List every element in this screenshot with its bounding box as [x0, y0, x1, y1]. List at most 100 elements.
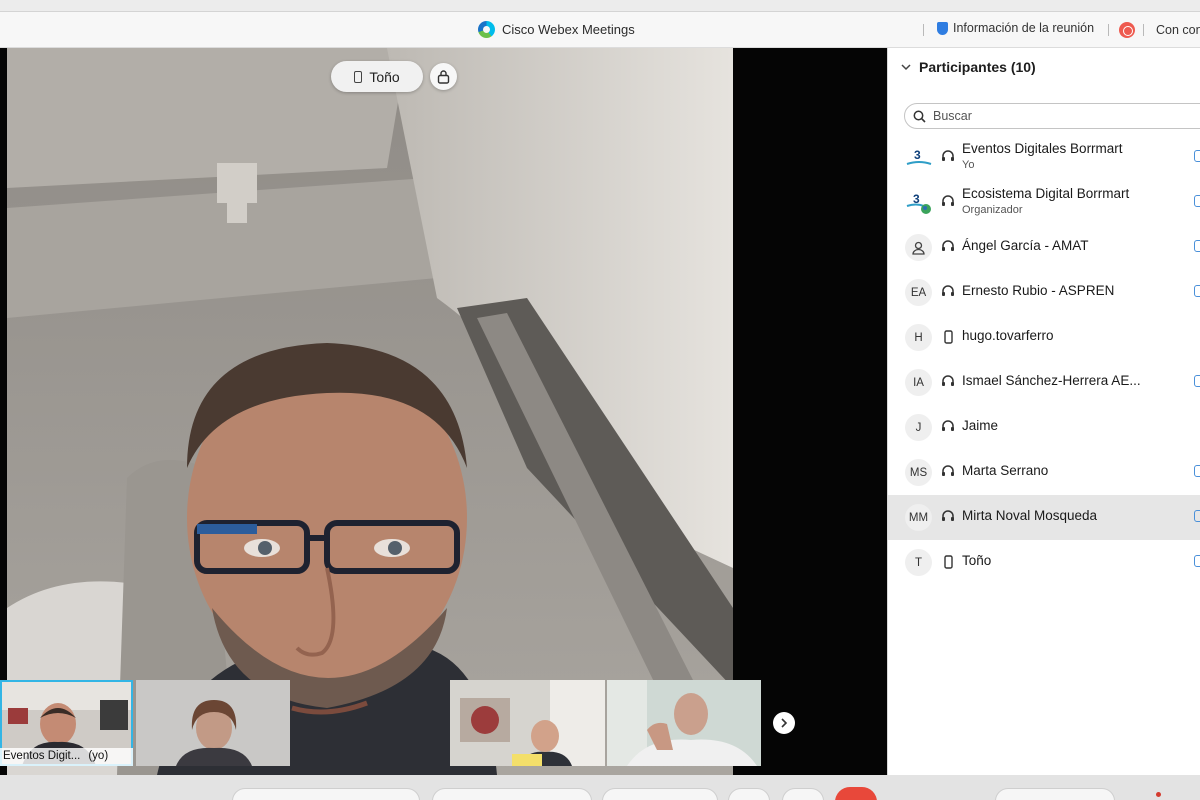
participant-row[interactable]: J Jaime	[888, 405, 1200, 450]
participant-name: Marta Serrano	[962, 463, 1049, 478]
participant-name: Jaime	[962, 418, 999, 433]
participant-row[interactable]: 3 Eventos Digitales Borrmart Yo	[888, 135, 1200, 180]
meeting-info-label: Información de la reunión	[953, 21, 1095, 35]
participant-name: Ernesto Rubio - ASPREN	[962, 283, 1115, 298]
headset-icon	[942, 375, 954, 386]
participant-name: Ángel García - AMAT	[962, 238, 1089, 253]
phone-icon	[354, 70, 363, 83]
shield-icon	[937, 21, 948, 35]
more-dots-icon[interactable]	[1156, 792, 1161, 797]
record-button[interactable]	[728, 788, 770, 800]
participant-action-icon[interactable]	[1194, 285, 1200, 297]
participant-row[interactable]: T Toño	[888, 540, 1200, 585]
avatar: MM	[905, 504, 932, 531]
meeting-info-button[interactable]: Información de la reunión	[937, 21, 1094, 35]
participant-name: Eventos Digitales Borrmart	[962, 141, 1123, 156]
avatar: T	[905, 549, 932, 576]
video-button[interactable]	[432, 788, 592, 800]
participant-row[interactable]: 3 Ecosistema Digital Borrmart Organizado…	[888, 180, 1200, 225]
active-speaker-video[interactable]: Toño	[7, 48, 733, 775]
participant-name: Mirta Noval Mosqueda	[962, 508, 1098, 523]
connected-label[interactable]: Con con	[1156, 23, 1200, 37]
participant-row[interactable]: MS Marta Serrano	[888, 450, 1200, 495]
headset-icon	[942, 150, 954, 161]
participant-row[interactable]: H hugo.tovarferro	[888, 315, 1200, 360]
thumb-video	[450, 680, 605, 766]
participant-search[interactable]	[904, 103, 1200, 129]
recording-icon[interactable]	[1119, 22, 1135, 38]
chevron-right-icon	[781, 718, 788, 728]
participant-action-icon[interactable]	[1194, 555, 1200, 567]
borrmart-globe-icon: 3	[906, 192, 931, 214]
participant-role: Organizador	[962, 204, 1023, 216]
app-title: Cisco Webex Meetings	[478, 21, 635, 38]
thumb-video	[136, 680, 290, 766]
app-title-text: Cisco Webex Meetings	[502, 22, 635, 37]
speaker-video-frame	[7, 48, 733, 775]
avatar: J	[905, 414, 932, 441]
more-options-button[interactable]	[782, 788, 824, 800]
filmstrip-thumb-self[interactable]: Eventos Digit... (yo)	[0, 680, 133, 766]
participants-toggle-button[interactable]	[995, 788, 1115, 800]
participant-action-icon[interactable]	[1194, 195, 1200, 207]
share-button[interactable]	[602, 788, 718, 800]
webex-window: Cisco Webex Meetings Información de la r…	[0, 0, 1200, 800]
headset-icon	[942, 285, 954, 296]
webex-logo-icon	[478, 21, 495, 38]
participants-panel: Participantes (10) 3	[887, 48, 1200, 775]
participant-action-icon[interactable]	[1194, 510, 1200, 522]
headset-icon	[942, 465, 954, 476]
avatar: EA	[905, 279, 932, 306]
headset-icon	[942, 195, 954, 206]
participant-action-icon[interactable]	[1194, 150, 1200, 162]
participant-name: hugo.tovarferro	[962, 328, 1054, 343]
phone-icon	[944, 330, 953, 344]
headset-icon	[942, 510, 954, 521]
participant-role: Yo	[962, 159, 975, 171]
participant-row[interactable]: Ángel García - AMAT	[888, 225, 1200, 270]
headset-icon	[942, 420, 954, 431]
avatar	[905, 234, 932, 261]
lock-icon	[437, 70, 450, 84]
filmstrip-next-button[interactable]	[773, 712, 795, 734]
thumb-name: Eventos Digit...	[3, 750, 81, 762]
thumb-video	[607, 680, 761, 766]
participant-action-icon[interactable]	[1194, 375, 1200, 387]
borrmart-logo-icon: 3	[906, 148, 931, 165]
borrmart-logo-avatar: 3	[905, 189, 932, 216]
filmstrip-thumb[interactable]	[136, 680, 290, 766]
participant-name: Toño	[962, 553, 992, 568]
participant-action-icon[interactable]	[1194, 465, 1200, 477]
participants-header[interactable]: Participantes (10)	[901, 59, 1036, 75]
thumb-self-suffix: (yo)	[88, 750, 109, 762]
end-meeting-button[interactable]	[835, 787, 877, 800]
participant-row[interactable]: IA Ismael Sánchez-Herrera AE...	[888, 360, 1200, 405]
user-icon	[912, 241, 925, 255]
thumb-label: Eventos Digit... (yo)	[0, 748, 133, 766]
participants-title: Participantes (10)	[919, 59, 1036, 75]
os-menu-strip	[0, 0, 1200, 12]
avatar: MS	[905, 459, 932, 486]
chevron-down-icon	[901, 63, 911, 70]
active-speaker-pill[interactable]: Toño	[331, 61, 423, 92]
video-stage: Toño Eventos Digit... (yo)	[0, 48, 887, 775]
mute-button[interactable]	[232, 788, 420, 800]
participant-row-selected[interactable]: MM Mirta Noval Mosqueda	[888, 495, 1200, 540]
filmstrip-thumb[interactable]	[607, 680, 761, 766]
participant-name: Ismael Sánchez-Herrera AE...	[962, 373, 1141, 388]
divider	[923, 24, 924, 36]
participant-name: Ecosistema Digital Borrmart	[962, 186, 1130, 201]
meeting-controls-bar	[0, 775, 1200, 800]
participant-row[interactable]: EA Ernesto Rubio - ASPREN	[888, 270, 1200, 315]
search-input[interactable]	[933, 109, 1173, 123]
avatar: H	[905, 324, 932, 351]
logo-glyph: 3	[914, 148, 921, 162]
phone-icon	[944, 555, 953, 569]
search-icon	[913, 110, 926, 123]
title-bar: Cisco Webex Meetings Información de la r…	[0, 12, 1200, 48]
lock-video-button[interactable]	[430, 63, 457, 90]
filmstrip-thumb[interactable]	[450, 680, 605, 766]
participant-action-icon[interactable]	[1194, 240, 1200, 252]
headset-icon	[942, 240, 954, 251]
divider	[1143, 24, 1144, 36]
